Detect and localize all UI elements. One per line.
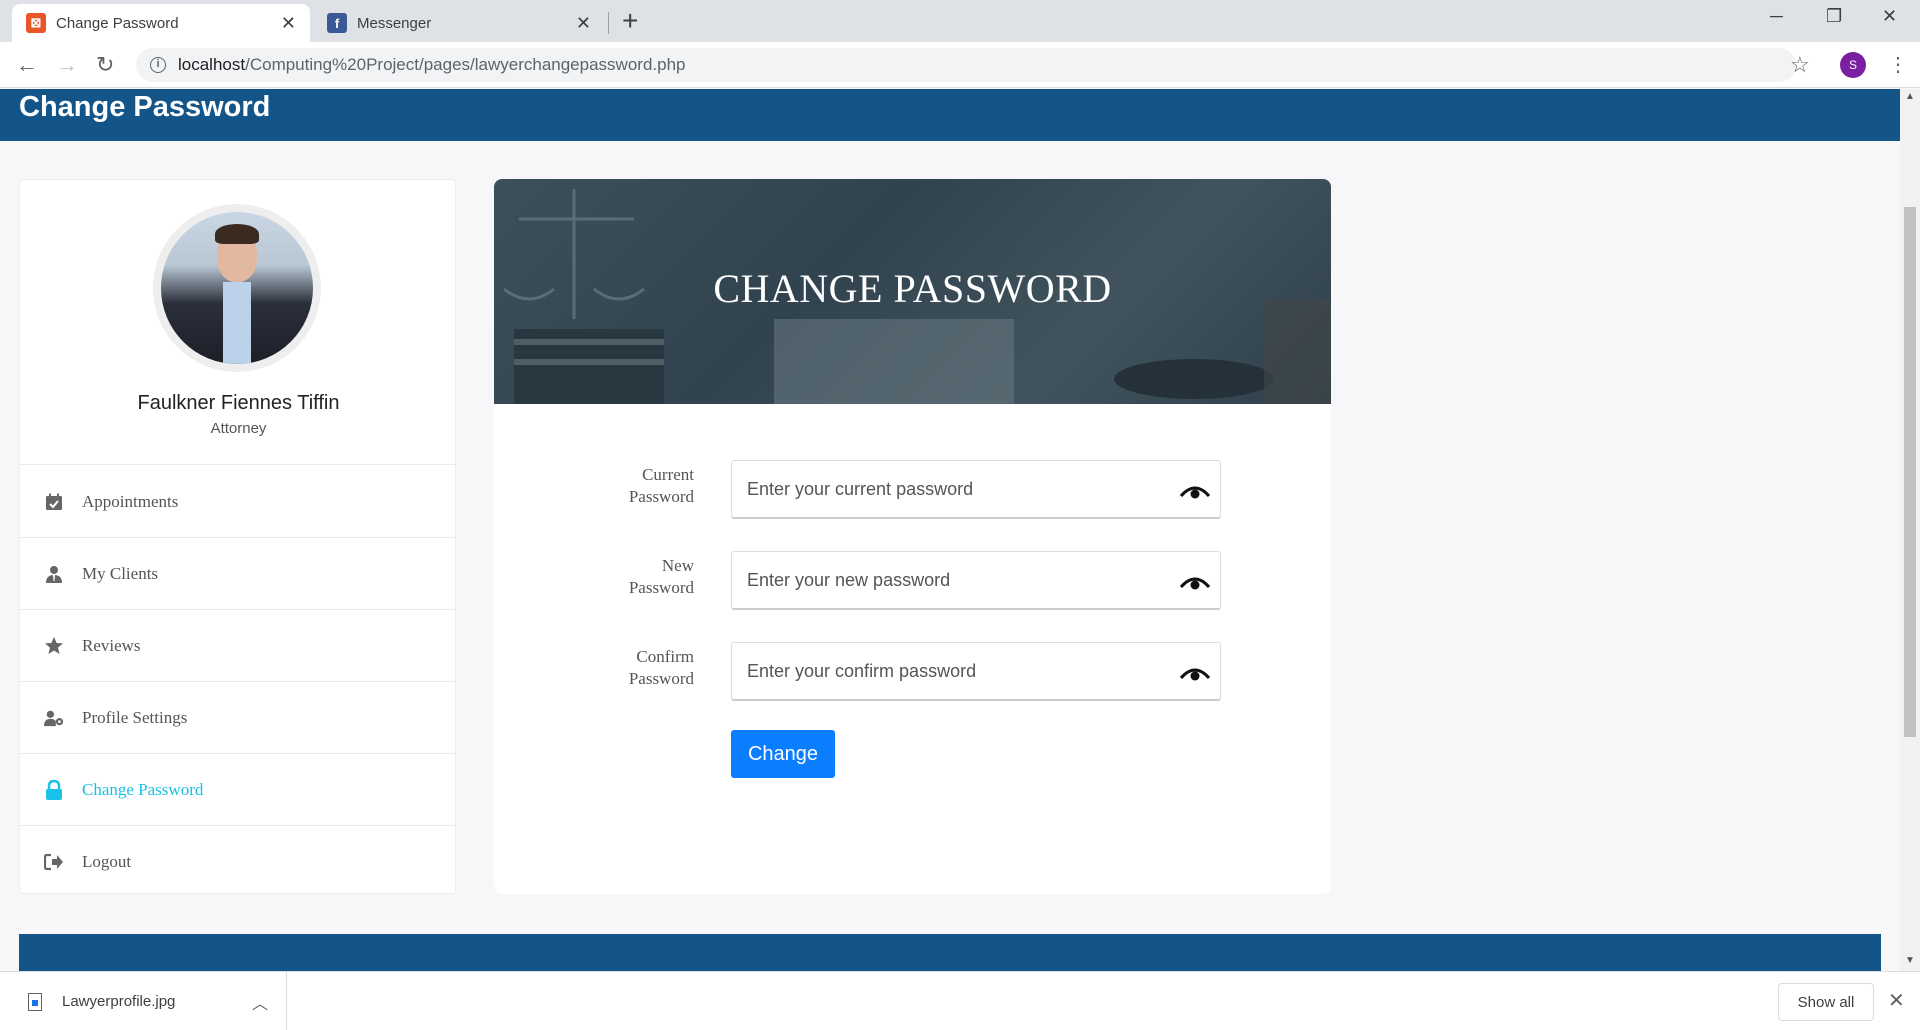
- change-password-card: CHANGE PASSWORD Current Password New Passw…: [494, 179, 1331, 894]
- sidebar-item-logout[interactable]: Logout: [20, 826, 455, 898]
- browser-profile-avatar[interactable]: S: [1840, 52, 1866, 78]
- bookmark-star-icon[interactable]: ☆: [1790, 52, 1810, 78]
- sidebar-item-change-password[interactable]: Change Password: [20, 754, 455, 826]
- star-icon: [44, 636, 64, 656]
- current-password-row: Current Password: [494, 446, 1331, 519]
- back-arrow-icon[interactable]: ←: [16, 52, 38, 78]
- close-shelf-icon[interactable]: ✕: [1888, 988, 1905, 1013]
- sidebar-item-label: Profile Settings: [82, 707, 188, 727]
- tab-close-icon[interactable]: ✕: [576, 13, 591, 34]
- download-shelf: Lawyerprofile.jpg ︿ Show all ✕: [0, 971, 1920, 1030]
- change-password-button[interactable]: Change: [731, 730, 835, 778]
- profile-role: Attorney: [210, 420, 267, 437]
- chevron-up-icon[interactable]: ︿: [252, 990, 268, 1014]
- show-password-eye-icon[interactable]: [1179, 571, 1211, 591]
- tab-messenger[interactable]: f Messenger ✕: [313, 4, 605, 42]
- calendar-check-icon: [44, 492, 64, 512]
- profile-photo: [161, 212, 313, 364]
- window-close-icon[interactable]: ✕: [1882, 6, 1897, 27]
- page-title: Change Password: [19, 91, 271, 123]
- restore-icon[interactable]: ❐: [1826, 6, 1842, 27]
- page-footer: [19, 934, 1881, 971]
- scrollbar-thumb[interactable]: [1904, 207, 1916, 737]
- tab-title: Change Password: [56, 14, 179, 32]
- show-all-button[interactable]: Show all: [1778, 983, 1874, 1021]
- user-cog-icon: [44, 708, 64, 728]
- sidebar-item-label: My Clients: [82, 563, 159, 583]
- forward-arrow-icon[interactable]: →: [56, 52, 78, 78]
- facebook-favicon-icon: f: [327, 13, 347, 33]
- tab-title: Messenger: [357, 14, 432, 32]
- new-password-label: New Password: [628, 556, 694, 597]
- show-password-eye-icon[interactable]: [1179, 662, 1211, 682]
- confirm-password-field[interactable]: [731, 642, 1221, 701]
- profile-sidebar: Faulkner Fiennes Tiffin Attorney Appoint…: [19, 179, 456, 894]
- page-header: Change Password: [0, 89, 1900, 141]
- tab-divider: [608, 12, 609, 34]
- confirm-password-row: Confirm Password: [494, 628, 1331, 701]
- banner-image: CHANGE PASSWORD: [494, 179, 1331, 404]
- new-password-row: New Password: [494, 537, 1331, 610]
- sidebar-item-reviews[interactable]: Reviews: [20, 610, 455, 682]
- profile-card: Faulkner Fiennes Tiffin Attorney: [20, 180, 455, 465]
- new-tab-button[interactable]: +: [622, 6, 638, 36]
- scroll-down-arrow-icon[interactable]: ▼: [1905, 955, 1915, 966]
- url-host: localhost: [178, 55, 246, 74]
- download-item[interactable]: Lawyerprofile.jpg ︿: [0, 972, 287, 1030]
- url-field[interactable]: i localhost/Computing%20Project/pages/la…: [136, 48, 1796, 82]
- page-viewport: Change Password Faulkner Fiennes Tiffin …: [0, 89, 1900, 971]
- image-file-icon: [28, 992, 42, 1011]
- reload-icon[interactable]: ↻: [96, 52, 114, 78]
- browser-menu-icon[interactable]: ⋮: [1888, 52, 1908, 77]
- avatar: [153, 204, 321, 372]
- sidebar-item-label: Change Password: [82, 779, 204, 799]
- address-bar-row: ← → ↻ i localhost/Computing%20Project/pa…: [0, 42, 1920, 88]
- url-path: /Computing%20Project/pages/lawyerchangep…: [245, 55, 686, 74]
- xampp-favicon-icon: ⊠: [26, 13, 46, 33]
- banner-title: CHANGE PASSWORD: [713, 266, 1112, 311]
- tab-change-password[interactable]: ⊠ Change Password ✕: [12, 4, 310, 42]
- scroll-up-arrow-icon[interactable]: ▲: [1905, 91, 1915, 102]
- sidebar-item-label: Reviews: [82, 635, 141, 655]
- new-password-field[interactable]: [731, 551, 1221, 610]
- site-info-icon[interactable]: i: [150, 57, 166, 73]
- sidebar-item-label: Appointments: [82, 491, 179, 511]
- show-password-eye-icon[interactable]: [1179, 480, 1211, 500]
- current-password-field[interactable]: [731, 460, 1221, 519]
- vertical-scrollbar[interactable]: ▲ ▼: [1900, 89, 1920, 971]
- download-file-name: Lawyerprofile.jpg: [62, 993, 176, 1010]
- user-tie-icon: [44, 564, 64, 584]
- sidebar-item-appointments[interactable]: Appointments: [20, 466, 455, 538]
- profile-name: Faulkner Fiennes Tiffin: [137, 392, 340, 414]
- sign-out-icon: [44, 852, 64, 872]
- sidebar-item-label: Logout: [82, 852, 132, 871]
- browser-tab-strip: ⊠ Change Password ✕ f Messenger ✕ + ─ ❐ …: [0, 0, 1920, 42]
- lock-icon: [44, 779, 64, 800]
- sidebar-item-profile-settings[interactable]: Profile Settings: [20, 682, 455, 754]
- sidebar-nav: Appointments My Clients Reviews Profile …: [20, 466, 455, 898]
- confirm-password-label: Confirm Password: [628, 647, 694, 688]
- minimize-icon[interactable]: ─: [1770, 6, 1783, 27]
- current-password-label: Current Password: [628, 465, 694, 506]
- sidebar-item-my-clients[interactable]: My Clients: [20, 538, 455, 610]
- tab-close-icon[interactable]: ✕: [281, 13, 296, 34]
